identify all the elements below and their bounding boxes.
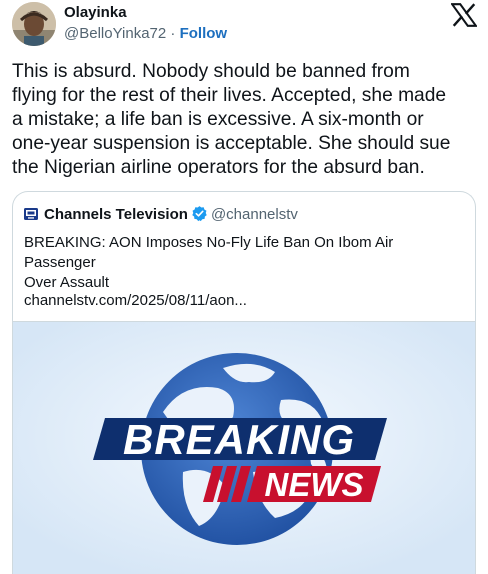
breaking-word: BREAKING bbox=[123, 416, 355, 463]
news-word: NEWS bbox=[265, 466, 364, 503]
x-logo-icon[interactable] bbox=[451, 3, 477, 27]
verified-badge-icon bbox=[192, 206, 207, 222]
quoted-author-handle[interactable]: @channelstv bbox=[211, 206, 298, 223]
avatar-image bbox=[12, 2, 56, 46]
author-name[interactable]: Olayinka bbox=[64, 4, 127, 22]
author-handle[interactable]: @BelloYinka72 bbox=[64, 25, 166, 42]
quoted-author-name[interactable]: Channels Television bbox=[44, 206, 188, 223]
tweet: Olayinka @BelloYinka72 · Follow This is … bbox=[0, 0, 488, 574]
tweet-text-line: a mistake; a life ban is excessive. A si… bbox=[12, 109, 424, 130]
quoted-tweet-text: BREAKING: AON Imposes No-Fly Life Ban On… bbox=[24, 233, 464, 293]
quoted-tweet-link[interactable]: channelstv.com/2025/08/11/aon... bbox=[24, 291, 247, 311]
quoted-text-line: Over Assault bbox=[24, 274, 110, 291]
handle-separator: · bbox=[166, 25, 180, 42]
quoted-tweet-card[interactable]: Channels Television @channelstv BREAKING… bbox=[12, 191, 476, 574]
tweet-text-line: flying for the rest of their lives. Acce… bbox=[12, 85, 447, 106]
breaking-news-image[interactable]: BREAKING NEWS bbox=[13, 321, 475, 574]
follow-button[interactable]: Follow bbox=[180, 25, 228, 42]
author-avatar[interactable] bbox=[12, 2, 56, 46]
channels-tv-logo-icon bbox=[24, 208, 38, 220]
quoted-text-line: BREAKING: AON Imposes No-Fly Life Ban On… bbox=[24, 234, 394, 271]
breaking-news-graphic: BREAKING NEWS bbox=[13, 322, 475, 574]
tweet-text-line: the Nigerian airline operators for the a… bbox=[12, 157, 425, 178]
quoted-tweet-header: Channels Television @channelstv bbox=[24, 205, 298, 224]
tweet-text: This is absurd. Nobody should be banned … bbox=[12, 60, 477, 180]
tweet-text-line: one-year suspension is acceptable. She s… bbox=[12, 133, 451, 154]
tweet-text-line: This is absurd. Nobody should be banned … bbox=[12, 61, 410, 82]
author-handle-row: @BelloYinka72 · Follow bbox=[64, 25, 227, 43]
